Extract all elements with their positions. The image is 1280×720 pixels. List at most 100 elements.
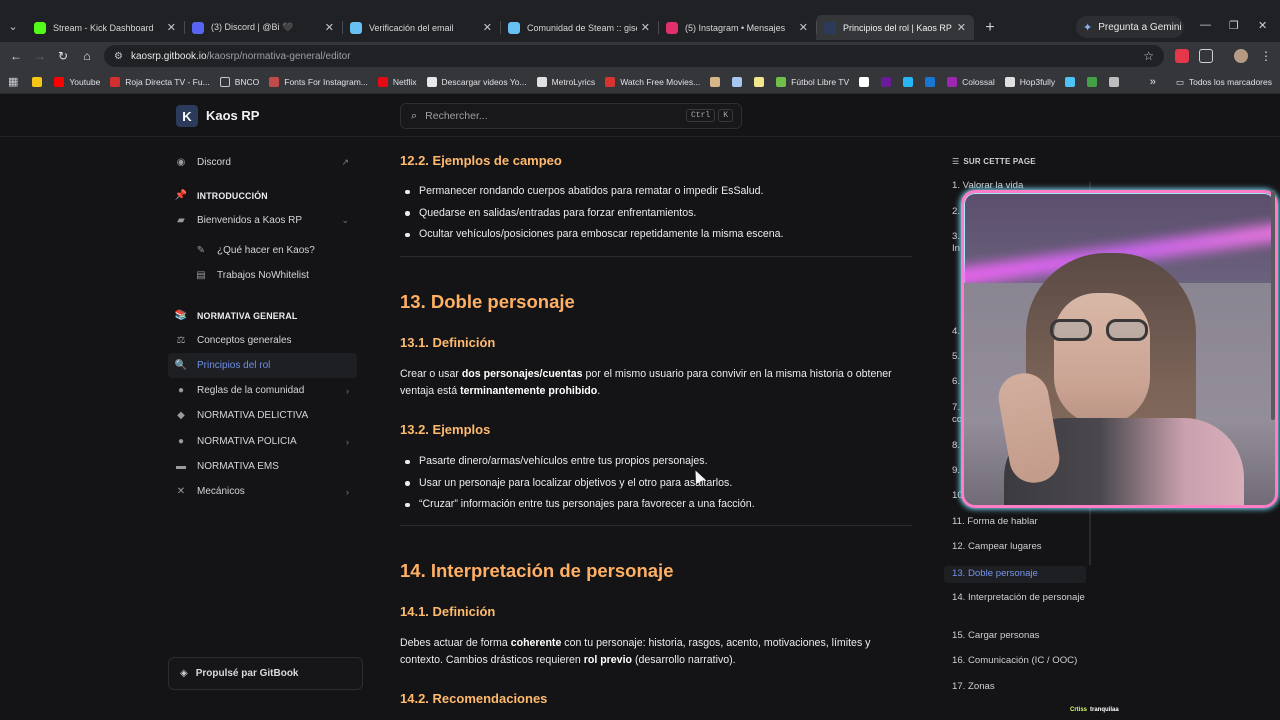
close-window-icon[interactable]: ✕ xyxy=(1258,19,1267,32)
browser-tab[interactable]: Principios del rol | Kaos RP ✕ xyxy=(816,15,974,40)
kbd-ctrl: Ctrl xyxy=(685,109,716,122)
all-bookmarks[interactable]: » ▭ Todos los marcadores xyxy=(1150,76,1272,88)
toc-item[interactable]: 12. Campear lugares xyxy=(944,541,1086,554)
search-input[interactable]: ⌕ Rechercher... Ctrl K xyxy=(400,103,742,129)
forward-icon[interactable]: → xyxy=(32,48,48,64)
bookmark-item[interactable] xyxy=(1109,76,1124,87)
reload-icon[interactable]: ↻ xyxy=(55,48,71,64)
tab-close-icon[interactable]: ✕ xyxy=(325,21,334,34)
bookmark-star-icon[interactable]: ☆ xyxy=(1143,49,1154,63)
chevron-icon[interactable]: › xyxy=(346,386,349,396)
restore-icon[interactable]: ❐ xyxy=(1229,19,1239,32)
bookmark-item[interactable] xyxy=(859,76,874,87)
bookmark-item[interactable] xyxy=(881,76,896,87)
bookmark-item[interactable]: Descargar videos Yo... xyxy=(426,76,527,87)
external-link-icon[interactable]: ↗ xyxy=(341,157,349,168)
bookmark-item[interactable] xyxy=(903,76,918,87)
sidebar-item[interactable]: ✕ Mecánicos › xyxy=(168,479,357,504)
tab-close-icon[interactable]: ✕ xyxy=(641,21,650,34)
browser-tab[interactable]: (3) Discord | @Bi 🖤 ✕ xyxy=(184,15,342,40)
gemini-star-icon: ✦ xyxy=(1083,21,1093,34)
sidebar-item-label: NORMATIVA DELICTIVA xyxy=(197,410,309,421)
site-name[interactable]: Kaos RP xyxy=(206,108,259,123)
tab-title: Stream - Kick Dashboard xyxy=(53,22,154,33)
list-item: Pasarte dinero/armas/vehículos entre tus… xyxy=(400,451,912,473)
chevron-icon[interactable]: › xyxy=(346,487,349,497)
toc-item[interactable]: 14. Interpretación de personaje xyxy=(944,592,1086,605)
profile-avatar[interactable] xyxy=(1234,49,1248,63)
tab-favicon-icon xyxy=(508,21,520,34)
sidebar-item[interactable]: ▬ NORMATIVA EMS xyxy=(168,454,357,479)
bookmark-item[interactable]: Youtube xyxy=(54,76,100,87)
tab-close-icon[interactable]: ✕ xyxy=(483,21,492,34)
minimize-icon[interactable]: — xyxy=(1200,19,1211,31)
site-info-icon[interactable]: ⚙ xyxy=(114,51,123,62)
tab-close-icon[interactable]: ✕ xyxy=(167,21,176,34)
back-icon[interactable]: ← xyxy=(8,48,24,64)
sidebar-item[interactable]: ● NORMATIVA POLICIA › xyxy=(168,429,357,454)
sidebar-item[interactable]: ✎ ¿Qué hacer en Kaos? xyxy=(168,238,357,263)
sidebar-item[interactable]: ⚖ Conceptos generales xyxy=(168,328,357,353)
bookmark-item[interactable] xyxy=(710,76,725,87)
apps-grid-icon[interactable]: ▦ xyxy=(8,75,18,88)
site-logo[interactable]: K xyxy=(176,105,198,127)
browser-tab[interactable]: Verificación del email ✕ xyxy=(342,15,500,40)
new-tab-icon[interactable]: + xyxy=(980,18,1000,38)
more-bookmarks-icon[interactable]: » xyxy=(1150,76,1156,88)
list-13-2: Pasarte dinero/armas/vehículos entre tus… xyxy=(400,451,912,516)
bookmark-item[interactable]: Colossal xyxy=(947,76,995,87)
gemini-button[interactable]: ✦ Pregunta a Gemini xyxy=(1076,16,1184,38)
sidebar-item[interactable]: ◆ NORMATIVA DELICTIVA xyxy=(168,403,357,428)
bookmark-item[interactable]: Netflix xyxy=(377,76,417,87)
home-icon[interactable]: ⌂ xyxy=(79,48,95,64)
bookmark-item[interactable]: Watch Free Movies... xyxy=(605,76,700,87)
bookmark-item[interactable] xyxy=(925,76,940,87)
sidebar-item[interactable]: 📚 NORMATIVA GENERAL xyxy=(168,303,357,328)
bookmark-favicon-icon xyxy=(605,76,616,87)
browser-tab[interactable]: Comunidad de Steam :: giselma ✕ xyxy=(500,15,658,40)
tab-favicon-icon xyxy=(824,21,836,34)
menu-dots-icon[interactable]: ⋮ xyxy=(1258,48,1274,64)
bookmark-item[interactable] xyxy=(732,76,747,87)
toc-item[interactable]: 13. Doble personaje xyxy=(944,566,1086,583)
bookmark-favicon-icon xyxy=(776,76,787,87)
sidebar-item[interactable]: ▰ Bienvenidos a Kaos RP ⌄ xyxy=(168,208,357,233)
sidebar-item[interactable]: ▤ Trabajos NoWhitelist xyxy=(168,263,357,288)
tab-close-icon[interactable]: ✕ xyxy=(957,21,966,34)
bookmark-item[interactable]: Fútbol Libre TV xyxy=(776,76,849,87)
browser-tab[interactable]: (5) Instagram • Mensajes ✕ xyxy=(658,15,816,40)
magnifier-icon: 🔍 xyxy=(174,360,188,371)
address-bar[interactable]: ⚙ kaosrp.gitbook.io/kaosrp/normativa-gen… xyxy=(104,45,1164,67)
search-placeholder: Rechercher... xyxy=(425,110,488,122)
extensions-puzzle-icon[interactable] xyxy=(1199,49,1213,63)
browser-tab[interactable]: Stream - Kick Dashboard ✕ xyxy=(26,15,184,40)
chevron-icon[interactable]: › xyxy=(346,437,349,447)
toc-item[interactable]: 16. Comunicación (IC / OOC) xyxy=(944,655,1086,668)
bookmark-item[interactable] xyxy=(1065,76,1080,87)
sidebar-item[interactable]: ● Reglas de la comunidad › xyxy=(168,378,357,403)
chevron-icon[interactable]: ⌄ xyxy=(341,215,349,226)
bookmark-item[interactable]: Roja Directa TV - Fu... xyxy=(110,76,210,87)
list-icon: ☰ xyxy=(952,156,960,166)
bookmark-item[interactable] xyxy=(754,76,769,87)
tab-close-icon[interactable]: ✕ xyxy=(799,21,808,34)
page-scrollbar[interactable] xyxy=(1271,190,1275,420)
bookmark-item[interactable]: BNCO xyxy=(219,76,259,87)
bookmark-item[interactable]: Hop3fully xyxy=(1004,76,1055,87)
sidebar-item-label: Trabajos NoWhitelist xyxy=(217,270,309,281)
extension-icon[interactable] xyxy=(1175,49,1189,63)
tab-search-icon[interactable]: ⌄ xyxy=(4,17,22,35)
toc-item[interactable]: 17. Zonas xyxy=(944,681,1086,694)
sidebar-item[interactable]: ◉ Discord ↗ xyxy=(168,150,357,175)
powered-by-gitbook[interactable]: ◈ Propulsé par GitBook xyxy=(168,657,363,690)
sidebar-item[interactable]: 📌 INTRODUCCIÓN xyxy=(168,183,357,208)
sidebar-item[interactable]: 🔍 Principios del rol xyxy=(168,353,357,378)
bookmark-item[interactable]: Fonts For Instagram... xyxy=(269,76,368,87)
gitbook-logo-icon: ◈ xyxy=(180,668,188,679)
heading-14: 14. Interpretación de personaje xyxy=(400,560,674,581)
toc-item[interactable]: 11. Forma de hablar xyxy=(944,516,1086,529)
bookmark-item[interactable] xyxy=(32,76,47,87)
toc-item[interactable]: 15. Cargar personas xyxy=(944,630,1086,643)
bookmark-item[interactable] xyxy=(1087,76,1102,87)
bookmark-item[interactable]: MetroLyrics xyxy=(536,76,595,87)
